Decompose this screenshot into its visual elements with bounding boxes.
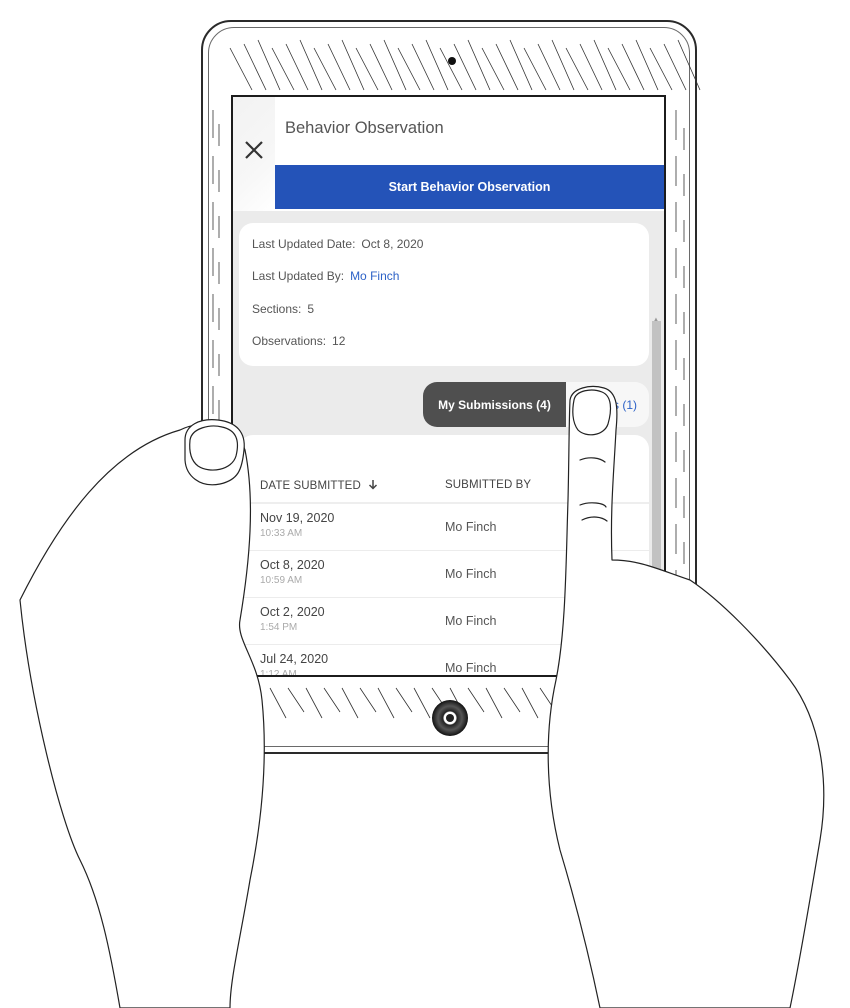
- app-header: Behavior Observation Start Behavior Obse…: [233, 97, 664, 211]
- front-camera-icon: [448, 57, 456, 65]
- tablet-screen: Behavior Observation Start Behavior Obse…: [231, 95, 666, 677]
- tab-my-submissions[interactable]: My Submissions (4): [423, 382, 566, 427]
- close-button[interactable]: [241, 137, 267, 163]
- home-button[interactable]: [432, 700, 468, 736]
- last-updated-date-label: Last Updated Date:: [252, 237, 356, 251]
- observations-value: 12: [332, 334, 346, 348]
- last-updated-by-label: Last Updated By:: [252, 269, 345, 283]
- row-submitted-by: Mo Finch: [445, 567, 497, 581]
- row-submitted-by: Mo Finch: [445, 661, 497, 675]
- last-updated-date-value: Oct 8, 2020: [361, 237, 424, 251]
- home-button-center: [446, 714, 454, 722]
- summary-card: Last Updated Date: Oct 8, 2020 Last Updat…: [239, 223, 649, 366]
- observations-label: Observations:: [252, 334, 327, 348]
- row-time: 1:54 PM: [260, 622, 298, 633]
- last-updated-by-row: Last Updated By: Mo Finch: [252, 269, 399, 283]
- last-updated-by-link[interactable]: Mo Finch: [350, 269, 399, 283]
- arrow-down-icon: [369, 480, 378, 490]
- sections-row: Sections: 5: [252, 302, 314, 316]
- row-time: 10:59 AM: [260, 575, 303, 586]
- row-time: 1:12 AM: [260, 669, 297, 677]
- content-area: Last Updated Date: Oct 8, 2020 Last Updat…: [233, 211, 664, 675]
- close-column: [233, 97, 275, 211]
- column-header-date-submitted[interactable]: DATE SUBMITTED: [260, 479, 378, 492]
- sections-label: Sections:: [252, 302, 302, 316]
- tab-other-submissions[interactable]: s (1): [566, 382, 649, 427]
- row-date: Nov 19, 2020: [260, 511, 335, 525]
- scrollbar[interactable]: [652, 321, 661, 675]
- column-header-date-label: DATE SUBMITTED: [260, 480, 361, 492]
- submissions-tabs: My Submissions (4) s (1): [423, 382, 649, 427]
- row-submitted-by: Mo Finch: [445, 520, 497, 534]
- table-row[interactable]: Jul 24, 2020 1:12 AM Mo Finch: [239, 645, 649, 677]
- row-submitted-by: Mo Finch: [445, 614, 497, 628]
- row-date: Oct 8, 2020: [260, 558, 325, 572]
- close-x-icon: [245, 141, 263, 159]
- table-row[interactable]: Oct 2, 2020 1:54 PM Mo Finch: [239, 598, 649, 645]
- last-updated-date-row: Last Updated Date: Oct 8, 2020: [252, 237, 423, 251]
- row-date: Jul 24, 2020: [260, 652, 329, 666]
- start-behavior-observation-button[interactable]: Start Behavior Observation: [275, 165, 664, 209]
- observations-row: Observations: 12: [252, 334, 345, 348]
- table-row[interactable]: Nov 19, 2020 10:33 AM Mo Finch: [239, 504, 649, 551]
- row-date: Oct 2, 2020: [260, 605, 325, 619]
- column-header-submitted-by[interactable]: SUBMITTED BY: [445, 479, 531, 491]
- page-title: Behavior Observation: [285, 119, 444, 137]
- table-row[interactable]: Oct 8, 2020 10:59 AM Mo Finch: [239, 551, 649, 598]
- row-time: 10:33 AM: [260, 528, 303, 539]
- submissions-table: DATE SUBMITTED SUBMITTED BY Nov 19, 2020…: [239, 435, 649, 677]
- sections-value: 5: [307, 302, 315, 316]
